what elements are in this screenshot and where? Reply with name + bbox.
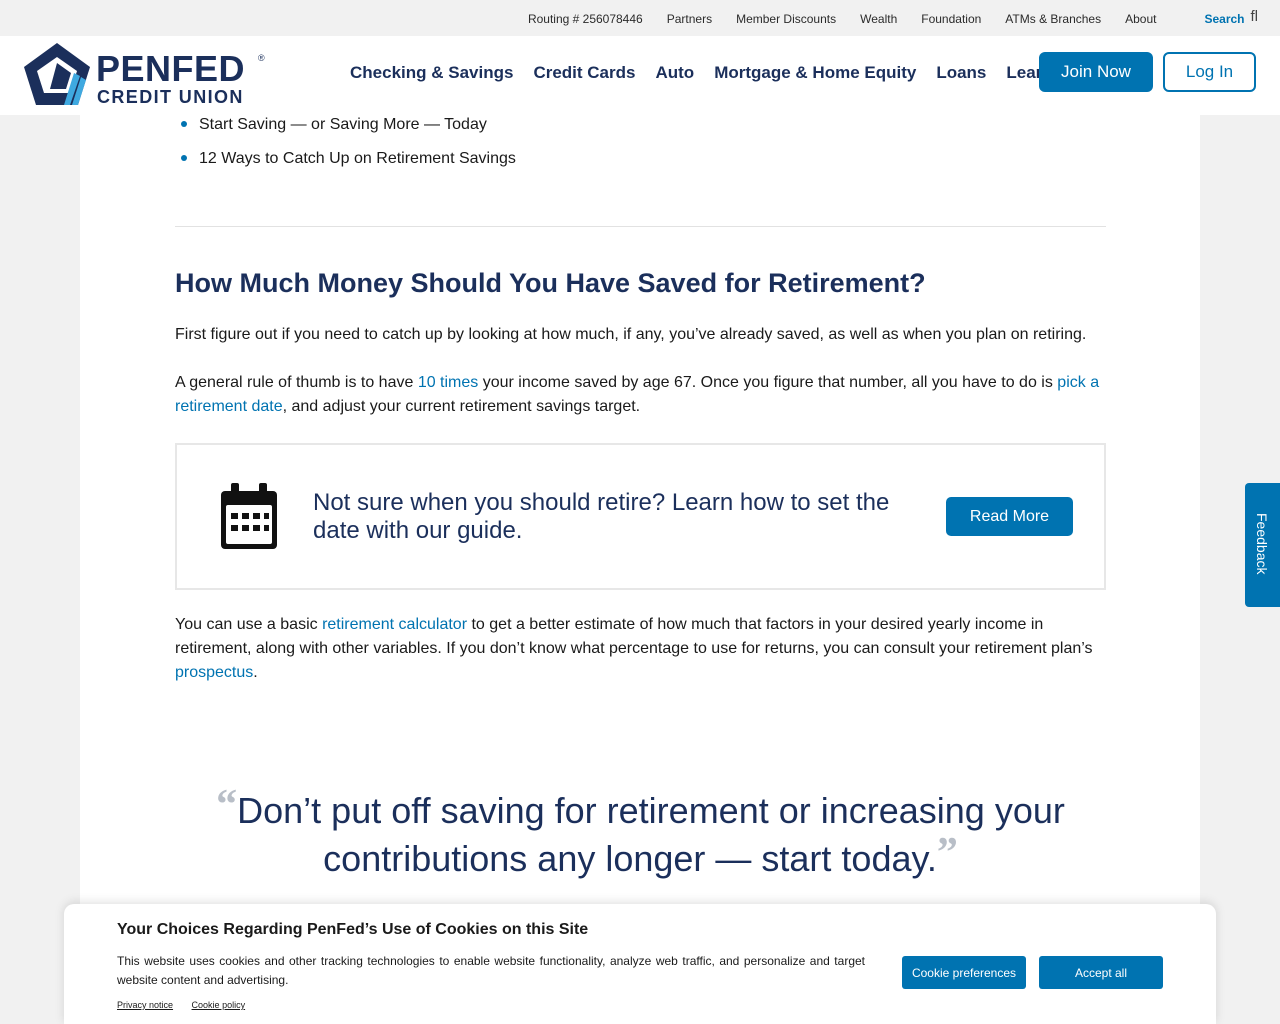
paragraph-text: . bbox=[253, 664, 258, 681]
util-link-member-discounts[interactable]: Member Discounts bbox=[736, 12, 836, 26]
nav-credit-cards[interactable]: Credit Cards bbox=[533, 63, 635, 83]
cookie-links: Privacy notice Cookie policy bbox=[117, 1000, 261, 1010]
main-nav: Checking & Savings Credit Cards Auto Mor… bbox=[350, 63, 1073, 83]
util-link-foundation[interactable]: Foundation bbox=[921, 12, 981, 26]
accept-all-button[interactable]: Accept all bbox=[1039, 956, 1163, 989]
util-link-atms-branches[interactable]: ATMs & Branches bbox=[1005, 12, 1101, 26]
link-retirement-calculator[interactable]: retirement calculator bbox=[322, 616, 467, 633]
list-item[interactable]: Start Saving — or Saving More — Today bbox=[175, 116, 516, 150]
callout-text: Not sure when you should retire? Learn h… bbox=[313, 489, 890, 544]
nav-checking-savings[interactable]: Checking & Savings bbox=[350, 63, 513, 83]
pentagon-logo-icon bbox=[24, 43, 90, 105]
join-now-button[interactable]: Join Now bbox=[1039, 52, 1153, 92]
main-header: PENFED ® CREDIT UNION Checking & Savings… bbox=[0, 36, 1280, 115]
list-item[interactable]: 12 Ways to Catch Up on Retirement Saving… bbox=[175, 150, 516, 184]
cookie-banner-body: This website uses cookies and other trac… bbox=[117, 954, 865, 987]
read-more-button[interactable]: Read More bbox=[946, 497, 1073, 536]
retirement-date-callout: Not sure when you should retire? Learn h… bbox=[175, 443, 1106, 590]
search-label: Search bbox=[1204, 12, 1245, 26]
link-prospectus[interactable]: prospectus bbox=[175, 664, 253, 681]
logo-subtitle: CREDIT UNION bbox=[97, 87, 244, 107]
paragraph-1: First figure out if you need to catch up… bbox=[175, 326, 1087, 343]
paragraph-text: , and adjust your current retirement sav… bbox=[282, 398, 641, 415]
logo-registered-mark: ® bbox=[258, 53, 265, 63]
cookie-banner: Your Choices Regarding PenFed’s Use of C… bbox=[64, 904, 1216, 1024]
nav-auto[interactable]: Auto bbox=[655, 63, 694, 83]
article-content: Start Saving — or Saving More — Today 12… bbox=[80, 115, 1200, 1024]
nav-loans[interactable]: Loans bbox=[936, 63, 986, 83]
pull-quote: “Don’t put off saving for retirement or … bbox=[175, 784, 1106, 883]
paragraph-text: You can use a basic bbox=[175, 616, 323, 633]
cookie-preferences-button[interactable]: Cookie preferences bbox=[902, 956, 1026, 989]
calendar-icon bbox=[221, 483, 277, 549]
paragraph-3: You can use a basic retirement calculato… bbox=[175, 613, 1110, 685]
log-in-button[interactable]: Log In bbox=[1163, 52, 1256, 92]
cookie-policy-link[interactable]: Cookie policy bbox=[192, 1000, 246, 1010]
penfed-logo[interactable]: PENFED ® CREDIT UNION bbox=[24, 43, 269, 107]
section-heading: How Much Money Should You Have Saved for… bbox=[175, 268, 926, 298]
feedback-tab[interactable]: Feedback bbox=[1245, 483, 1280, 607]
search-icon: ﬂ bbox=[1250, 8, 1259, 25]
cookie-banner-title: Your Choices Regarding PenFed’s Use of C… bbox=[117, 921, 589, 938]
paragraph-text: A general rule of thumb is to have bbox=[175, 374, 418, 391]
nav-mortgage-home-equity[interactable]: Mortgage & Home Equity bbox=[714, 63, 916, 83]
close-quote-mark: ” bbox=[936, 830, 958, 876]
utility-links: Routing # 256078446 Partners Member Disc… bbox=[527, 8, 1259, 26]
paragraph-2: A general rule of thumb is to have 10 ti… bbox=[175, 371, 1110, 419]
paragraph-text: your income saved by age 67. Once you fi… bbox=[478, 374, 1058, 391]
related-links-list: Start Saving — or Saving More — Today 12… bbox=[175, 115, 516, 184]
feedback-label: Feedback bbox=[1254, 513, 1270, 575]
utility-bar: Routing # 256078446 Partners Member Disc… bbox=[0, 0, 1280, 36]
open-quote-mark: “ bbox=[216, 782, 238, 828]
routing-number: Routing # 256078446 bbox=[527, 12, 643, 26]
privacy-notice-link[interactable]: Privacy notice bbox=[117, 1000, 173, 1010]
section-divider bbox=[175, 226, 1106, 227]
search-button[interactable]: Search ﬂ bbox=[1180, 8, 1259, 26]
util-link-wealth[interactable]: Wealth bbox=[860, 12, 897, 26]
util-link-about[interactable]: About bbox=[1125, 12, 1156, 26]
logo-wordmark: PENFED bbox=[96, 48, 246, 89]
link-10-times[interactable]: 10 times bbox=[418, 374, 478, 391]
util-link-partners[interactable]: Partners bbox=[667, 12, 712, 26]
